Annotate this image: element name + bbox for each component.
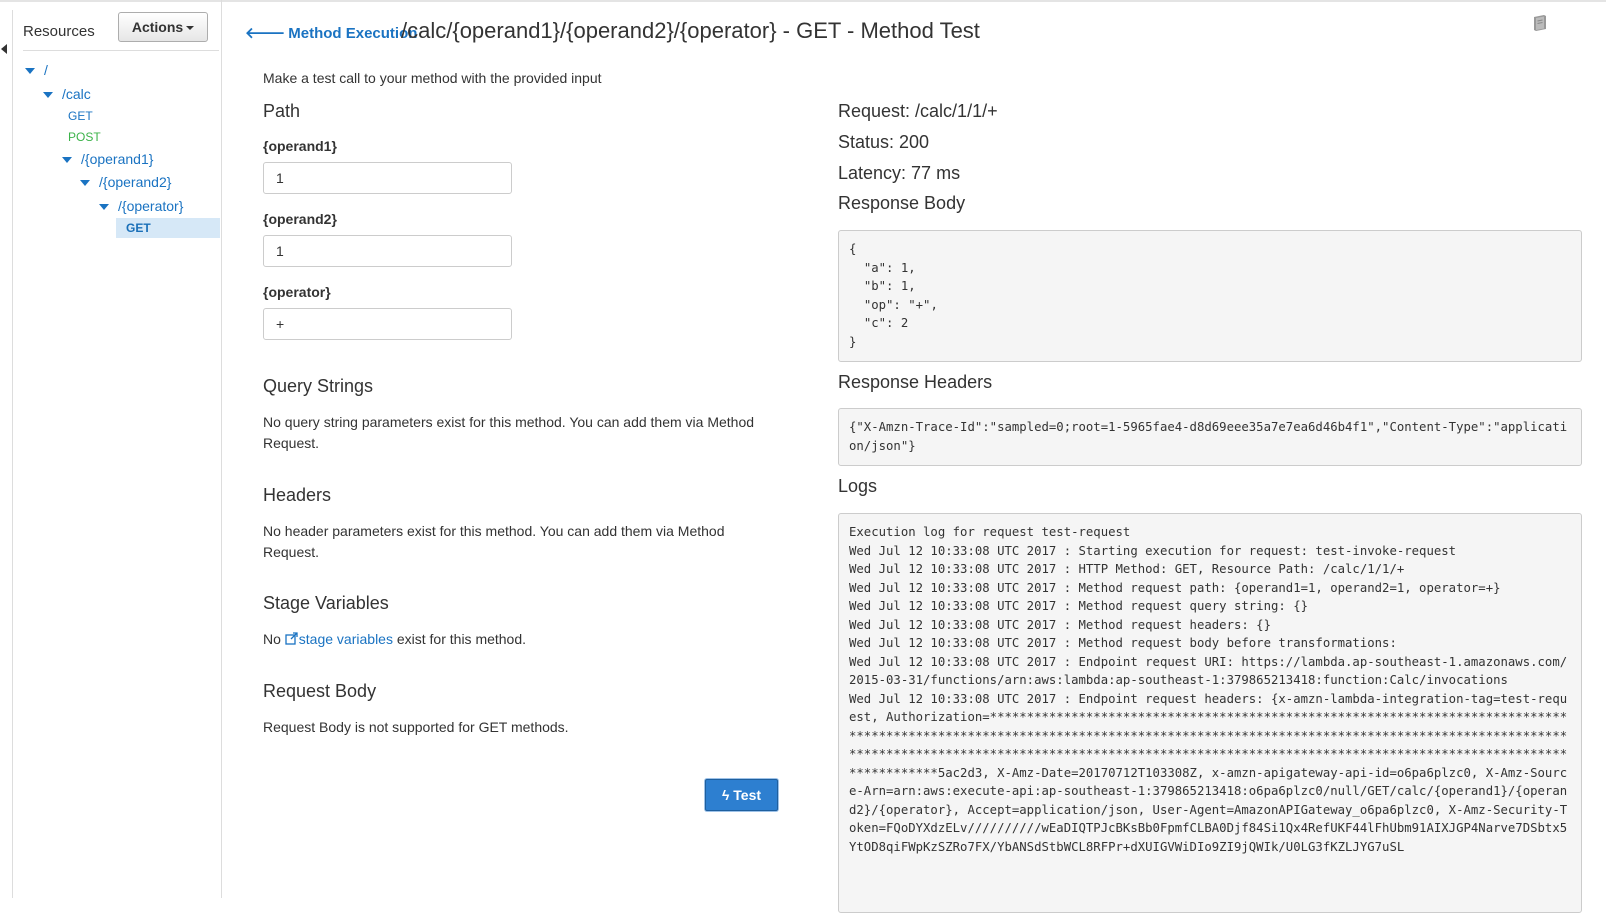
tree-node-root[interactable]: / (25, 62, 48, 78)
expand-triangle-icon[interactable] (99, 204, 109, 211)
lightning-icon: ϟ (721, 787, 730, 803)
request-line: Request: /calc/1/1/+ (838, 101, 998, 121)
logs-heading: Logs (838, 476, 878, 496)
tree-label-operator[interactable]: /{operator} (118, 198, 183, 214)
tree-node-operator[interactable]: /{operator} (99, 198, 183, 214)
tree-label-root[interactable]: / (44, 62, 48, 78)
tree-node-operand2[interactable]: /{operand2} (80, 174, 171, 190)
resources-title: Resources (23, 23, 95, 40)
stage-variables-text: No stage variables exist for this method… (263, 629, 783, 650)
query-strings-heading: Query Strings (263, 376, 374, 396)
stage-variables-heading: Stage Variables (263, 593, 389, 613)
top-border (0, 0, 1606, 2)
resources-sidebar: Resources Actions / /calc GET POST /{ope… (13, 0, 222, 898)
stage-variables-link[interactable]: stage variables (285, 631, 393, 647)
path-heading: Path (263, 101, 301, 121)
stage-variables-link-label[interactable]: stage variables (299, 631, 393, 647)
external-link-icon[interactable] (285, 632, 298, 645)
method-execution-back-link[interactable]: 🡐 Method Execution (245, 23, 417, 42)
headers-heading: Headers (263, 485, 332, 505)
arrow-left-icon: 🡐 (245, 25, 286, 42)
operator-label: {operator} (263, 284, 331, 300)
operand2-label: {operand2} (263, 211, 337, 227)
test-button[interactable]: ϟ Test (705, 779, 778, 811)
operand1-input[interactable] (263, 162, 512, 194)
query-strings-text: No query string parameters exist for thi… (263, 414, 755, 451)
operand1-label: {operand1} (263, 138, 337, 154)
operand2-input[interactable] (263, 235, 512, 267)
collapse-left-icon[interactable] (1, 44, 7, 54)
tree-label-calc[interactable]: /calc (62, 86, 91, 102)
actions-dropdown-button[interactable]: Actions (118, 12, 208, 42)
sidebar-divider (23, 50, 219, 51)
stage-suffix: exist for this method. (392, 631, 527, 647)
operator-input[interactable] (263, 308, 512, 340)
stage-prefix: No (263, 631, 285, 647)
response-headers-box[interactable]: {"X-Amzn-Trace-Id":"sampled=0;root=1-596… (838, 408, 1582, 466)
tree-node-calc[interactable]: /calc (43, 86, 91, 102)
response-headers-heading: Response Headers (838, 372, 993, 392)
caret-down-icon (186, 26, 195, 31)
test-intro-text: Make a test call to your method with the… (263, 70, 602, 86)
actions-label: Actions (131, 19, 184, 35)
sidebar-collapse-strip[interactable] (0, 10, 13, 898)
book-icon[interactable] (1531, 14, 1549, 32)
expand-triangle-icon[interactable] (43, 92, 53, 99)
status-line: Status: 200 (838, 132, 930, 152)
response-body-heading: Response Body (838, 193, 966, 213)
tree-label-operand1[interactable]: /{operand1} (81, 151, 153, 167)
expand-triangle-icon[interactable] (80, 180, 90, 187)
logs-box[interactable]: Execution log for request test-request W… (838, 513, 1582, 913)
expand-triangle-icon[interactable] (62, 157, 72, 164)
tree-method-operator-get[interactable]: GET (126, 221, 151, 235)
page-title: /calc/{operand1}/{operand2}/{operator} -… (401, 18, 980, 43)
tree-node-operand1[interactable]: /{operand1} (62, 151, 153, 167)
latency-line: Latency: 77 ms (838, 163, 961, 183)
back-link-label[interactable]: Method Execution (288, 25, 417, 42)
expand-triangle-icon[interactable] (25, 68, 35, 75)
response-body-box[interactable]: { "a": 1, "b": 1, "op": "+", "c": 2 } (838, 230, 1582, 362)
request-body-heading: Request Body (263, 681, 377, 701)
headers-text: No header parameters exist for this meth… (263, 523, 725, 560)
test-button-label: Test (733, 787, 762, 803)
tree-method-calc-post[interactable]: POST (68, 130, 101, 144)
request-body-text: Request Body is not supported for GET me… (263, 719, 569, 735)
tree-method-calc-get[interactable]: GET (68, 109, 93, 123)
tree-label-operand2[interactable]: /{operand2} (99, 174, 171, 190)
